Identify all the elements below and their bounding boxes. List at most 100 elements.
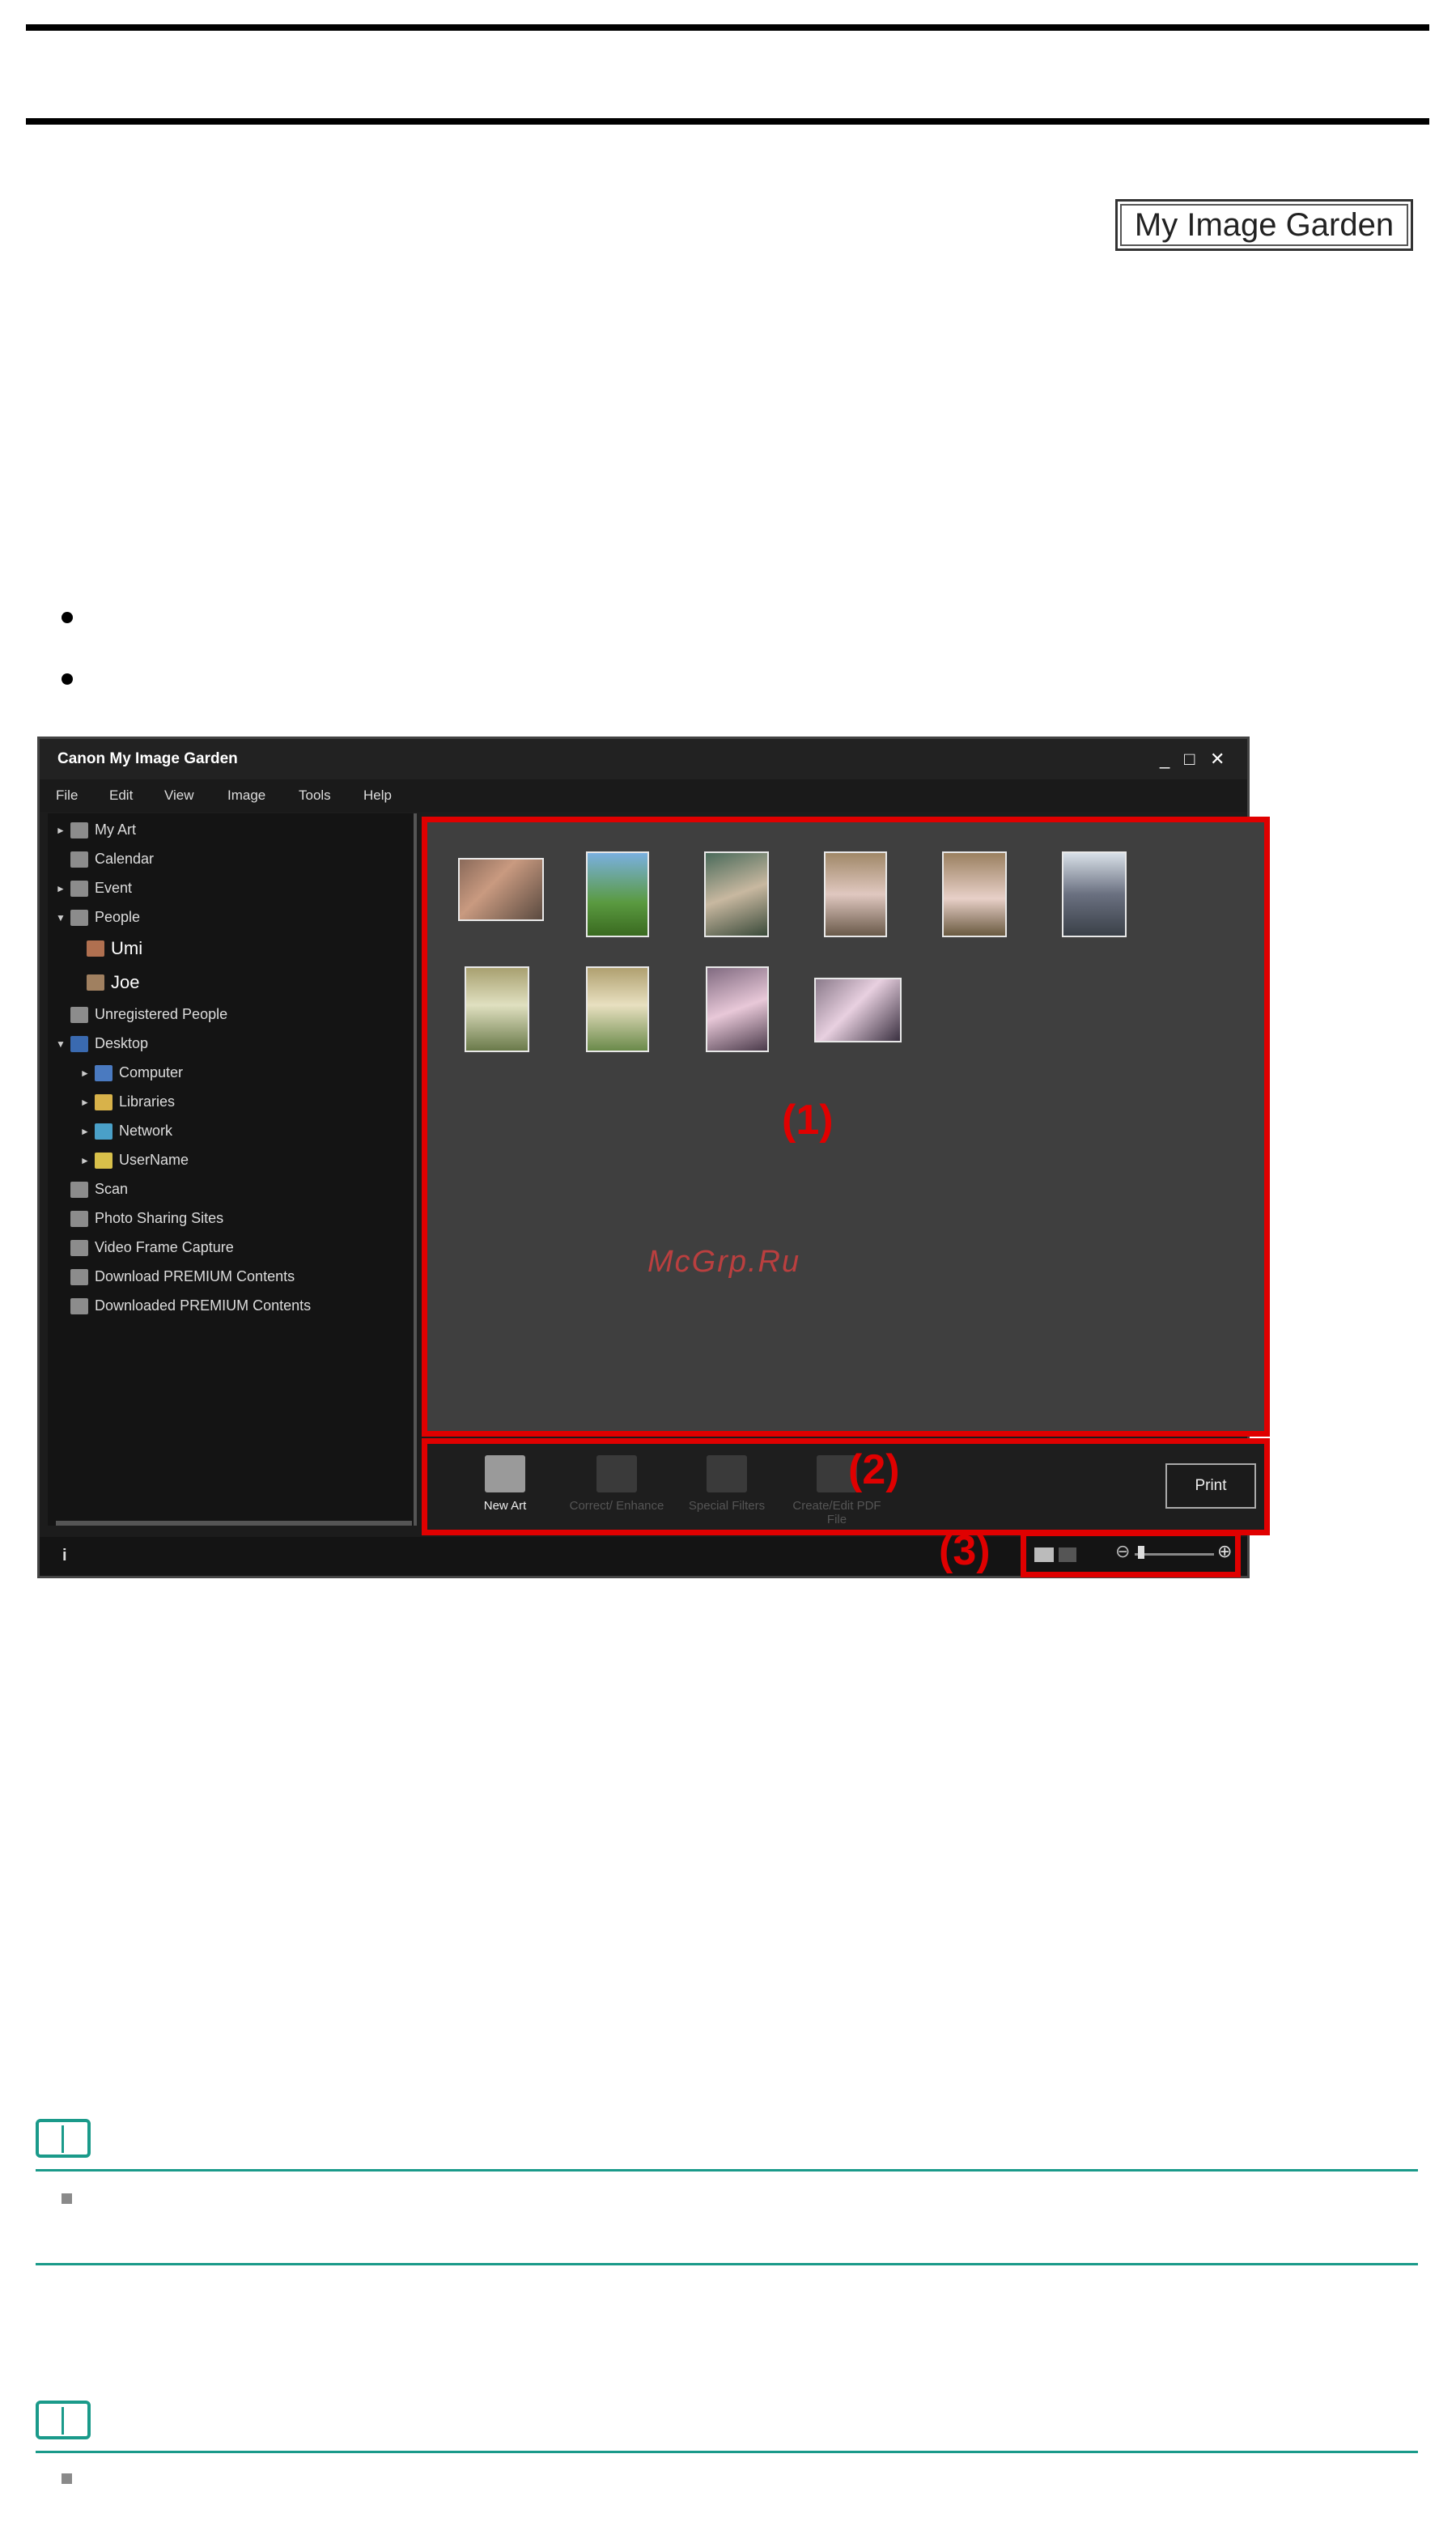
scan-icon [70, 1181, 88, 1198]
photo-thumbnail[interactable] [824, 851, 887, 937]
folder-icon [70, 1297, 88, 1314]
expand-arrow-icon[interactable]: ► [80, 1155, 95, 1166]
tree-item-unregistered-people[interactable]: Unregistered People [56, 1006, 227, 1023]
photo-thumbnail[interactable] [586, 966, 649, 1052]
tree-label: UserName [119, 1152, 189, 1168]
callout-3: (3) [939, 1527, 991, 1574]
bullet-point-1 [62, 612, 73, 623]
callout-2: (2) [848, 1446, 900, 1493]
tree-item-joe[interactable]: Joe [87, 972, 139, 993]
photo-thumbnail[interactable] [465, 966, 529, 1052]
tree-label: People [95, 909, 141, 925]
tree-label: My Art [95, 821, 137, 838]
folder-icon [95, 1093, 112, 1110]
tree-label: Joe [111, 972, 140, 992]
correct-enhance-button[interactable]: Correct/ Enhance [568, 1455, 665, 1513]
note-book-icon [36, 2401, 91, 2439]
tree-label: Desktop [95, 1035, 149, 1051]
expand-arrow-icon[interactable]: ► [80, 1068, 95, 1079]
special-filters-icon [707, 1455, 747, 1492]
tree-item-people[interactable]: ▼ People [56, 909, 140, 926]
photo-thumbnail[interactable] [586, 851, 649, 937]
tree-item-my-art[interactable]: ► My Art [56, 821, 136, 838]
menu-help[interactable]: Help [363, 788, 392, 804]
info-icon[interactable]: i [62, 1547, 67, 1565]
thumbnail-view-icon[interactable] [1034, 1547, 1054, 1562]
photo-thumbnail[interactable] [1062, 851, 1127, 937]
sidebar-scrollbar[interactable] [56, 1521, 412, 1526]
special-filters-button[interactable]: Special Filters [678, 1455, 775, 1513]
watermark: McGrp.Ru [647, 1245, 801, 1279]
tree-label: Network [119, 1123, 173, 1139]
menu-edit[interactable]: Edit [109, 788, 133, 804]
photo-thumbnail[interactable] [458, 858, 544, 921]
tool-label: Create/Edit PDF File [792, 1499, 881, 1526]
tree-item-username[interactable]: ► UserName [80, 1152, 189, 1169]
app-window: Canon My Image Garden _ □ ✕ File Edit Vi… [37, 737, 1270, 1578]
operation-buttons-area: New Art Correct/ Enhance Special Filters… [422, 1438, 1270, 1535]
note-divider-top [36, 2451, 1418, 2453]
download-icon [70, 1268, 88, 1285]
app-badge: My Image Garden [1115, 199, 1413, 251]
collapse-arrow-icon[interactable]: ▼ [56, 1038, 70, 1050]
note-divider-bottom [36, 2263, 1418, 2265]
expand-arrow-icon[interactable]: ► [80, 1126, 95, 1137]
tool-label: New Art [483, 1499, 527, 1513]
zoom-slider-track[interactable] [1135, 1553, 1214, 1556]
tree-item-scan[interactable]: Scan [56, 1181, 128, 1198]
note-book-icon [36, 2119, 91, 2158]
detail-view-icon[interactable] [1059, 1547, 1076, 1562]
tree-item-downloaded-premium[interactable]: Downloaded PREMIUM Contents [56, 1297, 311, 1314]
menu-view[interactable]: View [164, 788, 194, 804]
photo-thumbnail[interactable] [706, 966, 769, 1052]
tree-item-download-premium[interactable]: Download PREMIUM Contents [56, 1268, 295, 1285]
close-icon[interactable]: ✕ [1210, 749, 1225, 770]
minimize-icon[interactable]: _ [1160, 749, 1169, 770]
expand-arrow-icon[interactable]: ► [80, 1097, 95, 1108]
photo-thumbnail[interactable] [942, 851, 1007, 937]
global-menu-tree: ► My Art Calendar ► Event ▼ People Umi Joe … [48, 813, 417, 1526]
photo-thumbnail[interactable] [704, 851, 769, 937]
window-title: Canon My Image Garden [57, 750, 238, 767]
title-bar: Canon My Image Garden _ □ ✕ [40, 739, 1247, 779]
tree-item-desktop[interactable]: ▼ Desktop [56, 1035, 148, 1052]
second-rule [26, 118, 1429, 125]
zoom-slider-thumb[interactable] [1138, 1546, 1144, 1559]
menu-bar: File Edit View Image Tools Help [40, 779, 1247, 812]
tree-item-video-frame-capture[interactable]: Video Frame Capture [56, 1239, 234, 1256]
new-art-button[interactable]: New Art [456, 1455, 554, 1513]
tree-item-libraries[interactable]: ► Libraries [80, 1093, 175, 1110]
tree-label: Event [95, 880, 133, 896]
tree-label: Unregistered People [95, 1006, 228, 1022]
note-bullet-icon [62, 2193, 72, 2204]
tree-item-calendar[interactable]: Calendar [56, 851, 154, 868]
new-art-icon [485, 1455, 525, 1492]
zoom-in-icon[interactable]: ⊕ [1217, 1541, 1232, 1562]
desktop-icon [70, 1035, 88, 1052]
main-display-area [422, 817, 1270, 1437]
tree-item-photo-sharing-sites[interactable]: Photo Sharing Sites [56, 1210, 223, 1227]
expand-arrow-icon[interactable]: ► [56, 883, 70, 894]
menu-file[interactable]: File [56, 788, 78, 804]
note-divider-top [36, 2169, 1418, 2172]
person-icon [70, 1006, 88, 1023]
tree-label: Video Frame Capture [95, 1239, 234, 1255]
zoom-out-icon[interactable]: ⊖ [1115, 1541, 1130, 1562]
bullet-point-2 [62, 673, 73, 685]
display-size-settings: ⊖ ⊕ [1021, 1530, 1241, 1577]
tree-item-network[interactable]: ► Network [80, 1123, 172, 1140]
top-rule [26, 24, 1429, 31]
collapse-arrow-icon[interactable]: ▼ [56, 912, 70, 923]
tree-item-computer[interactable]: ► Computer [80, 1064, 183, 1081]
expand-arrow-icon[interactable]: ► [56, 825, 70, 836]
print-button[interactable]: Print [1165, 1463, 1256, 1509]
menu-image[interactable]: Image [227, 788, 265, 804]
my-art-icon [70, 821, 88, 838]
menu-tools[interactable]: Tools [299, 788, 331, 804]
photo-thumbnail[interactable] [814, 978, 902, 1042]
tree-item-umi[interactable]: Umi [87, 938, 142, 959]
correct-enhance-icon [596, 1455, 637, 1492]
tree-label: Computer [119, 1064, 184, 1080]
maximize-icon[interactable]: □ [1184, 749, 1195, 770]
tree-item-event[interactable]: ► Event [56, 880, 132, 897]
